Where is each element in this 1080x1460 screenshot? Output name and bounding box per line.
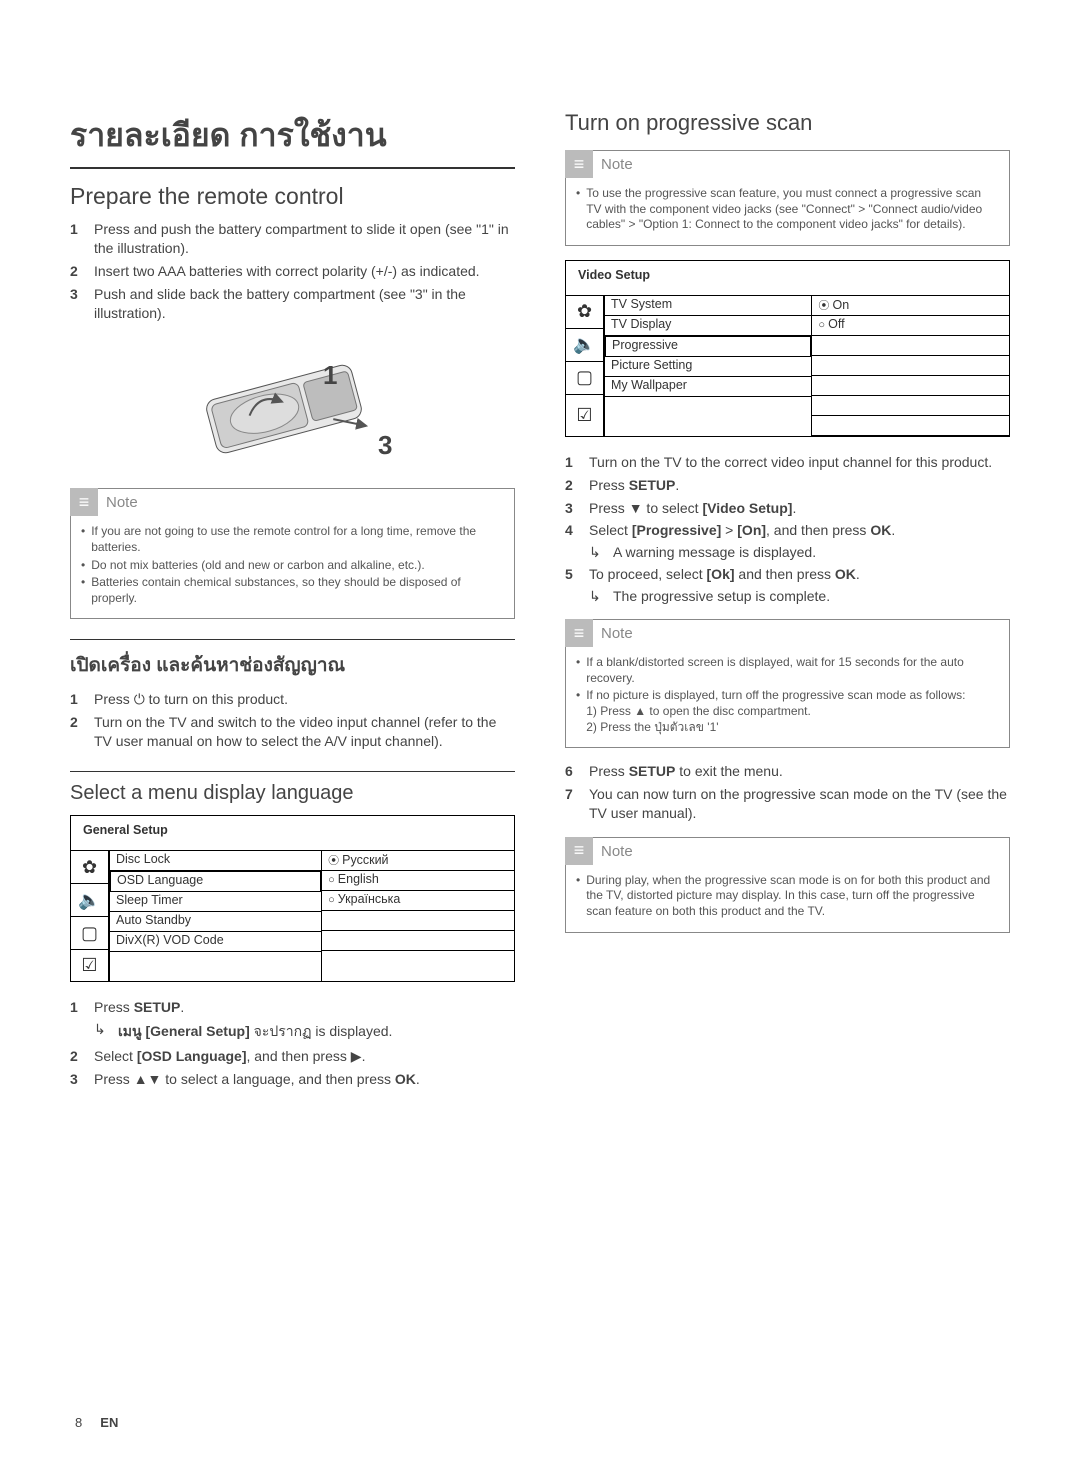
step-text: Insert two AAA batteries with correct po… [94,262,515,281]
step-text: Select [Progressive] > [On], and then pr… [589,521,1010,540]
menu-option: Off [812,316,1009,336]
power-icon: ⏻ [134,691,145,707]
note-item: If no picture is displayed, turn off the… [586,688,965,735]
note-item: During play, when the progressive scan m… [586,873,999,920]
note-item: If you are not going to use the remote c… [91,524,504,555]
speaker-icon: 🔈 [71,884,109,917]
note-item: Do not mix batteries (old and new or car… [91,558,425,574]
speaker-icon: 🔈 [566,329,604,362]
menu-item: TV Display [605,316,811,336]
section-find-channel: เปิดเครื่อง และค้นหาช่องสัญญาณ [70,650,515,680]
note-box: ≡ Note •To use the progressive scan feat… [565,150,1010,246]
right-column: Turn on progressive scan ≡ Note •To use … [565,110,1010,1093]
section-language: Select a menu display language [70,782,515,805]
step-text: Press and push the battery compartment t… [94,220,515,258]
menu-heading: General Setup [71,816,514,850]
divider [70,167,515,169]
step-text: Turn on the TV to the correct video inpu… [589,453,1010,472]
note-box: ≡ Note •During play, when the progressiv… [565,837,1010,933]
steps-find-channel: 1Press ⏻ to turn on this product. 2Turn … [70,690,515,751]
gear-icon: ✿ [71,851,109,884]
down-icon: ▼ [629,500,643,516]
svg-text:1: 1 [323,360,337,390]
section-progressive: Turn on progressive scan [565,110,1010,136]
svg-text:3: 3 [378,430,392,460]
left-column: รายละเอียด การใช้งาน Prepare the remote … [70,110,515,1093]
step-text: Press SETUP. [94,998,515,1017]
note-title: Note [601,156,633,173]
step-text: Press ⏻ to turn on this product. [94,690,515,709]
divider [70,639,515,640]
menu-option: Українська [322,891,514,911]
screen-icon: ▢ [71,917,109,950]
step-text: Push and slide back the battery compartm… [94,285,515,323]
section-prepare-remote: Prepare the remote control [70,183,515,210]
note-title: Note [601,843,633,860]
menu-item: DivX(R) VOD Code [110,932,321,952]
step-text: Press SETUP. [589,476,1010,495]
note-title: Note [106,494,138,511]
note-title: Note [601,625,633,642]
menu-item: Sleep Timer [110,892,321,912]
page-lang: EN [100,1415,118,1430]
menu-tab-icons: ✿ 🔈 ▢ ☑ [566,296,604,436]
step-text: Turn on the TV and switch to the video i… [94,713,515,751]
note-icon: ≡ [565,619,593,647]
step-text: Select [OSD Language], and then press ▶. [94,1047,515,1066]
gear-icon: ✿ [566,296,604,329]
menu-option: On [812,296,1009,316]
menu-item: My Wallpaper [605,377,811,397]
right-icon: ▶ [351,1048,362,1064]
menu-item: Picture Setting [605,357,811,377]
steps-language: 1Press SETUP. [70,998,515,1017]
menu-item: Auto Standby [110,912,321,932]
menu-item: Disc Lock [110,851,321,871]
divider [70,771,515,772]
menu-item-selected: Progressive [605,336,811,357]
menu-tab-icons: ✿ 🔈 ▢ ☑ [71,851,109,981]
video-setup-menu: Video Setup ✿ 🔈 ▢ ☑ TV System TV Display… [565,260,1010,437]
chapter-title: รายละเอียด การใช้งาน [70,110,515,161]
sub-step: ↳A warning message is displayed. [589,544,1010,561]
updown-icon: ▲▼ [134,1071,162,1087]
note-item: To use the progressive scan feature, you… [586,186,999,233]
battery-illustration: 1 3 [178,334,408,474]
note-icon: ≡ [565,837,593,865]
note-box: ≡ Note •If a blank/distorted screen is d… [565,619,1010,748]
note-box: ≡ Note •If you are not going to use the … [70,488,515,619]
page-number: 8 [75,1415,82,1430]
menu-option: Русский [322,851,514,871]
steps-progressive-2: 6Press SETUP to exit the menu. 7You can … [565,762,1010,823]
steps-prepare: 1Press and push the battery compartment … [70,220,515,322]
step-text: Press SETUP to exit the menu. [589,762,1010,781]
menu-item-selected: OSD Language [110,871,321,892]
note-icon: ≡ [565,150,593,178]
note-item: Batteries contain chemical substances, s… [91,575,504,606]
steps-progressive: 1Turn on the TV to the correct video inp… [565,453,1010,541]
sub-step: ↳The progressive setup is complete. [589,588,1010,605]
note-item: If a blank/distorted screen is displayed… [586,655,999,686]
menu-item: TV System [605,296,811,316]
step-text: To proceed, select [Ok] and then press O… [589,565,1010,584]
sub-step: ↳เมนู [General Setup] จะปรากฏ is display… [94,1021,515,1043]
menu-option: English [322,871,514,891]
page-footer: 8 EN [75,1415,118,1430]
step-text: Press ▲▼ to select a language, and then … [94,1070,515,1089]
step-text: You can now turn on the progressive scan… [589,785,1010,823]
screen-icon: ▢ [566,362,604,395]
note-icon: ≡ [70,488,98,516]
general-setup-menu: General Setup ✿ 🔈 ▢ ☑ Disc Lock OSD Lang… [70,815,515,982]
check-icon: ☑ [71,950,109,981]
step-text: Press ▼ to select [Video Setup]. [589,499,1010,518]
check-icon: ☑ [566,395,604,436]
menu-heading: Video Setup [566,261,1009,295]
